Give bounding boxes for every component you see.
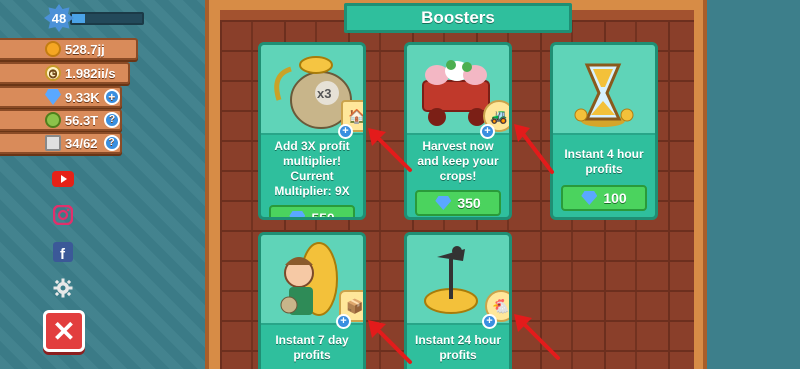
level-progress-bar <box>70 12 144 25</box>
arrow-icon <box>514 314 560 360</box>
plus-icon: + <box>482 314 497 329</box>
price-label: 100 <box>603 190 627 206</box>
arrow-icon <box>368 320 412 364</box>
facebook-icon: f <box>53 242 73 262</box>
coin-icon <box>45 41 61 57</box>
gear-icon <box>53 278 73 298</box>
booster-image: x3 🏠 + <box>261 45 363 139</box>
gem-icon <box>581 191 598 205</box>
booster-image: 🐔 + <box>407 235 509 329</box>
multiplier-badge: x3 <box>317 86 331 101</box>
booster-card-4-hour[interactable]: Instant 4 hour profits 100 <box>550 42 658 220</box>
gems-counter: 9.33K + <box>0 86 122 108</box>
booster-card-24-hour[interactable]: 🐔 + Instant 24 hour profits <box>404 232 512 369</box>
storage-icon <box>45 135 61 151</box>
storage-help-button[interactable]: ? <box>103 135 120 151</box>
booster-description: Instant 7 day profits <box>275 333 349 362</box>
buy-button[interactable]: 350 <box>415 190 501 216</box>
buy-button[interactable]: 100 <box>561 185 647 211</box>
storage-counter: 34/62 ? <box>0 132 122 154</box>
clock-icon: ◷ <box>45 65 61 81</box>
youtube-button[interactable] <box>52 168 74 190</box>
income-value: 1.982ii/s <box>65 65 116 81</box>
coins-value: 528.7jj <box>65 41 105 57</box>
storage-value: 34/62 <box>65 135 98 151</box>
plus-icon: + <box>338 124 353 139</box>
gem-icon <box>289 211 306 217</box>
instagram-button[interactable] <box>52 204 74 226</box>
facebook-button[interactable]: f <box>52 241 74 263</box>
booster-description: Harvest now and keep your crops! <box>417 139 499 183</box>
gems-value: 9.33K <box>65 89 100 105</box>
settings-button[interactable] <box>52 277 74 299</box>
price-label: 550 <box>311 210 335 220</box>
youtube-icon <box>52 171 74 187</box>
price-label: 350 <box>457 195 481 211</box>
booster-image <box>553 45 655 135</box>
hourglass-icon <box>574 63 634 127</box>
seed-icon <box>45 112 61 128</box>
arrow-icon <box>514 124 554 174</box>
booster-image: 📦 + <box>261 235 363 329</box>
seeds-value: 56.3T <box>64 112 99 128</box>
booster-description: Instant 4 hour profits <box>564 147 644 176</box>
plus-icon: + <box>336 314 351 329</box>
booster-description: Add 3X profit multiplier! Current Multip… <box>274 139 350 198</box>
arrow-icon <box>368 128 412 172</box>
booster-card-harvest[interactable]: 🚜 + Harvest now and keep your crops! 350 <box>404 42 512 220</box>
booster-card-multiplier[interactable]: x3 🏠 + Add 3X profit multiplier! Current… <box>258 42 366 220</box>
booster-image: 🚜 + <box>407 45 509 139</box>
gem-icon <box>435 196 452 210</box>
level-progress-fill <box>72 14 85 23</box>
instagram-icon <box>53 205 73 225</box>
buy-button[interactable]: 550 <box>269 205 355 220</box>
add-gems-button[interactable]: + <box>103 89 120 105</box>
seeds-help-button[interactable]: ? <box>104 112 120 128</box>
close-button[interactable]: ✕ <box>43 310 85 352</box>
plus-icon: + <box>480 124 495 139</box>
income-counter: ◷ 1.982ii/s <box>0 62 130 84</box>
booster-card-7-day[interactable]: 📦 + Instant 7 day profits <box>258 232 366 369</box>
booster-description: Instant 24 hour profits <box>414 333 501 362</box>
gem-icon <box>45 89 61 105</box>
coins-counter: 528.7jj <box>0 38 138 60</box>
seeds-counter: 56.3T ? <box>0 109 122 131</box>
page-title: Boosters <box>344 3 572 33</box>
